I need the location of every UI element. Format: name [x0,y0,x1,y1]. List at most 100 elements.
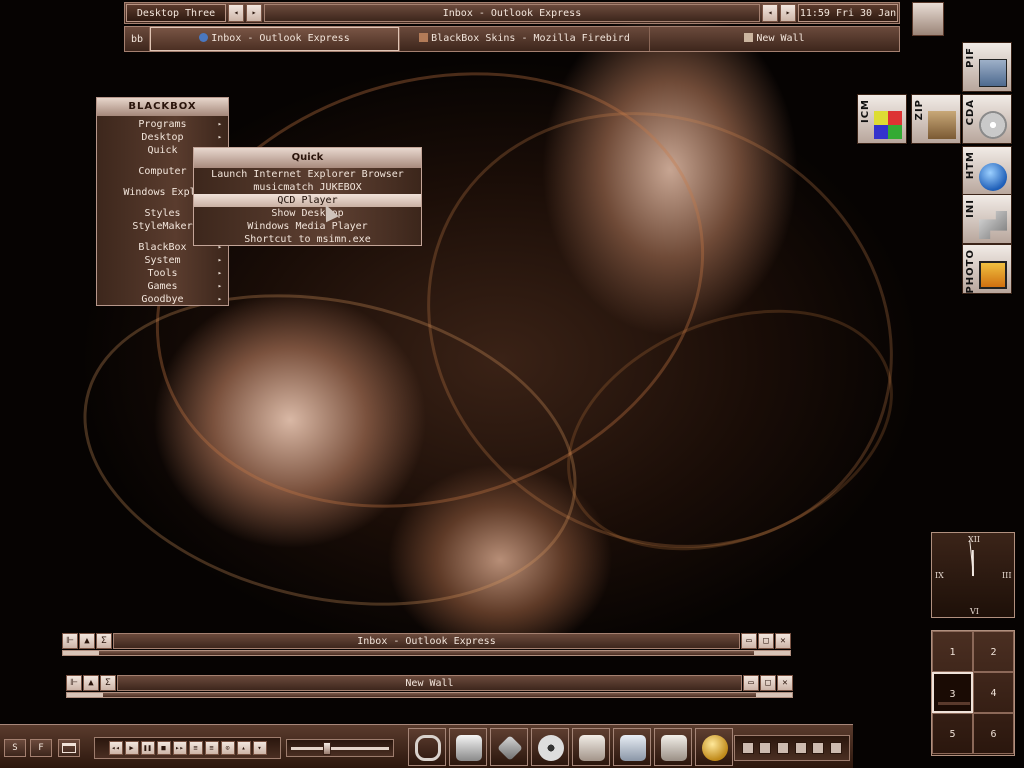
shade-button[interactable]: ▲ [83,675,99,691]
window-title[interactable]: Inbox - Outlook Express [113,633,740,649]
workspace-pager: 1 2 3 4 5 6 [931,630,1015,756]
toolbar-clock[interactable]: 11:59 Fri 30 Jan [798,4,898,22]
system-tray [734,735,850,761]
menu-item-goodbye[interactable]: Goodbye ▸ [97,293,228,306]
workspace-4[interactable]: 4 [973,672,1014,713]
next-workspace-button[interactable]: ▸ [246,4,262,22]
pin-button[interactable]: ⊩ [66,675,82,691]
window-title[interactable]: New Wall [117,675,742,691]
menu-item-games[interactable]: Games ▸ [97,280,228,293]
active-window-title[interactable]: Inbox - Outlook Express [264,4,760,22]
menu-item-system[interactable]: System ▸ [97,254,228,267]
resize-grip-right[interactable] [754,651,790,655]
menu-button[interactable]: Σ [96,633,112,649]
folder-icon [579,735,605,761]
task-outlook-express[interactable]: Inbox - Outlook Express [149,27,399,51]
workspace-1[interactable]: 1 [932,631,973,672]
volume-down-button[interactable]: ▾ [252,741,267,755]
tools-launcher[interactable] [490,728,528,766]
prev-window-button[interactable]: ◂ [762,4,778,22]
menu-item-programs[interactable]: Programs ▸ [97,118,228,131]
prev-workspace-button[interactable]: ◂ [228,4,244,22]
flag-icon[interactable] [759,742,772,754]
wallpaper-swirl [531,264,929,596]
workspace-6[interactable]: 6 [973,713,1014,754]
minimize-button[interactable]: ▭ [743,675,759,691]
drive-launcher[interactable] [449,728,487,766]
settings-file-icon[interactable]: INI [962,194,1012,244]
workspace-3[interactable]: 3 [932,672,973,713]
pif-shortcut-icon[interactable]: PIF [962,42,1012,92]
paperclip-launcher[interactable] [408,728,446,766]
pin-button[interactable]: ⊩ [62,633,78,649]
maximize-button[interactable]: □ [760,675,776,691]
menu-item-qcd-player[interactable]: QCD Player [194,194,421,207]
resize-grip-left[interactable] [63,651,99,655]
next-window-button[interactable]: ▸ [780,4,796,22]
mail-launcher[interactable] [613,728,651,766]
rewind-button[interactable]: ◂◂ [108,741,123,755]
clock-numeral: IX [935,571,944,580]
window-handle[interactable] [62,650,791,656]
paperclip-icon [415,735,441,761]
menu-item-show-desktop[interactable]: Show Desktop [194,207,421,220]
color-profile-icon[interactable]: ICM [857,94,907,144]
clock-numeral: VI [970,607,979,616]
resize-grip-right[interactable] [756,693,792,697]
workspace-5[interactable]: 5 [932,713,973,754]
fast-forward-button[interactable]: ▸▸ [172,741,187,755]
submenu-arrow-icon: ▸ [217,282,222,290]
window-handle[interactable] [66,692,793,698]
antenna-icon[interactable] [777,742,790,754]
close-button[interactable]: ✕ [775,633,791,649]
photos-launcher[interactable] [654,728,692,766]
stop-button[interactable]: ■ [156,741,171,755]
pause-button[interactable]: ❚❚ [140,741,155,755]
photo-file-icon[interactable]: PHOTO [962,244,1012,294]
menu-item-tools[interactable]: Tools ▸ [97,267,228,280]
menu-button[interactable]: Σ [100,675,116,691]
task-mozilla-firebird[interactable]: BlackBox Skins - Mozilla Firebird [399,27,649,51]
shade-button[interactable]: ▲ [79,633,95,649]
bottom-toolbar: S F ◂◂ ▶ ❚❚ ■ ▸▸ ≡ ≡ ⊙ ▴ ▾ [0,724,853,768]
monitor-icon[interactable] [812,742,825,754]
play-button[interactable]: ▶ [124,741,139,755]
icon-tag: PHOTO [965,249,976,294]
menu-item-launch-ie[interactable]: Launch Internet Explorer Browser [194,168,421,181]
menu-item-desktop[interactable]: Desktop ▸ [97,131,228,144]
taskbar: bb Inbox - Outlook Express BlackBox Skin… [124,26,900,52]
close-button[interactable]: ✕ [777,675,793,691]
html-document-icon[interactable]: HTM [962,146,1012,196]
s-button[interactable]: S [4,739,26,757]
task-new-wall[interactable]: New Wall [649,27,899,51]
network-icon[interactable] [741,742,754,754]
f-button[interactable]: F [30,739,52,757]
wallpaper-swirl [54,251,606,649]
repeat-button[interactable]: ⊙ [220,741,235,755]
window-icon[interactable] [58,739,80,757]
maximize-button[interactable]: □ [758,633,774,649]
menu-item-msimn-shortcut[interactable]: Shortcut to msimn.exe [194,233,421,246]
workspace-label[interactable]: Desktop Three [126,4,226,22]
resize-grip-left[interactable] [67,693,103,697]
mail-icon [620,735,646,761]
minimize-button[interactable]: ▭ [741,633,757,649]
menu-item-windows-media-player[interactable]: Windows Media Player [194,220,421,233]
playlist-button[interactable]: ≡ [188,741,203,755]
chat-icon[interactable] [830,742,843,754]
volume-knob[interactable] [323,742,332,755]
film-reel-icon [538,735,564,761]
text-file-icon[interactable] [912,2,944,36]
power-launcher[interactable] [695,728,733,766]
equalizer-button[interactable]: ≡ [204,741,219,755]
drive-icon [456,735,482,761]
folder-launcher[interactable] [572,728,610,766]
cd-audio-icon[interactable]: CDA [962,94,1012,144]
zip-archive-icon[interactable]: ZIP [911,94,961,144]
workspace-2[interactable]: 2 [973,631,1014,672]
speaker-icon[interactable] [794,742,807,754]
film-reel-launcher[interactable] [531,728,569,766]
volume-slider[interactable] [286,739,394,757]
volume-up-button[interactable]: ▴ [236,741,251,755]
menu-item-musicmatch[interactable]: musicmatch JUKEBOX [194,181,421,194]
